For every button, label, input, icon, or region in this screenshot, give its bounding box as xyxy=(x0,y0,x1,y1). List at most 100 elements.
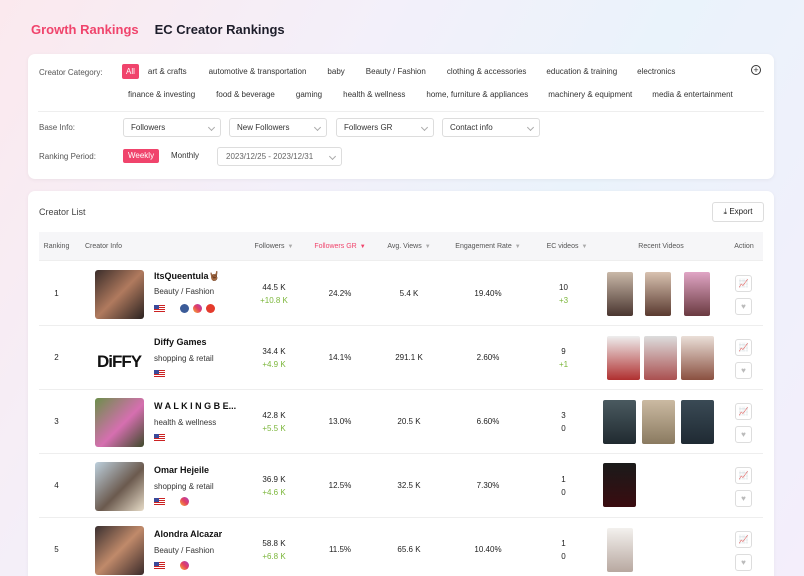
creator-name[interactable]: Omar Hejeile xyxy=(154,465,209,475)
video-thumbnail[interactable] xyxy=(603,400,636,444)
followers: 44.5 K xyxy=(262,283,286,292)
avg-views: 20.5 K xyxy=(397,417,421,426)
chevron-down-icon xyxy=(526,123,535,132)
followers-delta: +4.9 K xyxy=(262,360,286,369)
followers-delta: +10.8 K xyxy=(260,296,288,305)
col-action: Action xyxy=(734,243,754,250)
new-followers-select[interactable]: New Followers xyxy=(229,118,327,137)
video-thumbnail[interactable] xyxy=(642,400,675,444)
video-thumbnail[interactable] xyxy=(603,463,636,507)
table-row[interactable]: 4 Omar Hejeile shopping & retail 36.9 K +4.6… xyxy=(39,454,763,518)
us-flag-icon xyxy=(154,434,165,441)
chevron-down-icon xyxy=(420,123,429,132)
creator-list-panel: Creator List ⤓ Export Ranking Creator In… xyxy=(28,191,774,576)
category-chip[interactable]: baby xyxy=(323,64,348,79)
col-ec-videos[interactable]: EC videos ▼ xyxy=(536,232,598,261)
avatar[interactable] xyxy=(95,462,144,511)
heart-icon[interactable]: ♥ xyxy=(735,426,752,443)
period-label: Ranking Period: xyxy=(39,152,96,161)
trend-chart-icon[interactable]: 📈 xyxy=(735,467,752,484)
creator-category: shopping & retail xyxy=(154,354,214,363)
ec-videos: 1 xyxy=(561,475,566,484)
period-weekly[interactable]: Weekly xyxy=(123,149,160,163)
category-chip[interactable]: electronics xyxy=(633,64,679,79)
followers-gr-select[interactable]: Followers GR xyxy=(336,118,434,137)
instagram-icon[interactable] xyxy=(180,561,189,570)
category-chip[interactable]: food & beverage xyxy=(212,87,279,102)
col-avg-views[interactable]: Avg. Views ▼ xyxy=(377,232,441,261)
table-row[interactable]: 1 ItsQueentula🤘🏾 Beauty / Fashion 44.5 K +10… xyxy=(39,262,763,326)
heart-icon[interactable]: ♥ xyxy=(735,362,752,379)
avg-views: 32.5 K xyxy=(397,481,421,490)
avatar[interactable] xyxy=(95,398,144,447)
export-button[interactable]: ⤓ Export xyxy=(712,202,764,222)
avg-views: 65.6 K xyxy=(397,545,421,554)
creator-name[interactable]: ItsQueentula🤘🏾 xyxy=(154,271,220,282)
trend-chart-icon[interactable]: 📈 xyxy=(735,339,752,356)
table-row[interactable]: 2 DiFFY Diffy Games shopping & retail 34.4 K… xyxy=(39,326,763,390)
col-followers-gr[interactable]: Followers GR ▼ xyxy=(305,232,375,261)
trend-chart-icon[interactable]: 📈 xyxy=(735,275,752,292)
col-creator-info: Creator Info xyxy=(85,243,122,250)
us-flag-icon xyxy=(154,370,165,377)
category-chip[interactable]: clothing & accessories xyxy=(443,64,531,79)
heart-icon[interactable]: ♥ xyxy=(735,554,752,571)
table-row[interactable]: 5 Alondra Alcazar Beauty / Fashion 58.8 K +6… xyxy=(39,518,763,576)
video-thumbnail[interactable] xyxy=(607,336,640,380)
category-chip[interactable]: finance & investing xyxy=(124,87,199,102)
tiktok-icon[interactable] xyxy=(180,304,189,313)
instagram-icon[interactable] xyxy=(180,497,189,506)
video-thumbnail[interactable] xyxy=(684,272,710,316)
video-thumbnail[interactable] xyxy=(644,336,677,380)
followers: 36.9 K xyxy=(262,475,286,484)
category-chip[interactable]: machinery & equipment xyxy=(544,87,636,102)
table-header: Ranking Creator Info Followers ▼ Follower… xyxy=(39,232,763,261)
date-range-picker[interactable]: 2023/12/25 - 2023/12/31 xyxy=(217,147,342,166)
video-thumbnail[interactable] xyxy=(645,272,671,316)
followers: 34.4 K xyxy=(262,347,286,356)
ec-videos: 1 xyxy=(561,539,566,548)
heart-icon[interactable]: ♥ xyxy=(735,298,752,315)
period-monthly[interactable]: Monthly xyxy=(166,149,204,163)
col-followers[interactable]: Followers ▼ xyxy=(244,232,304,261)
creator-name[interactable]: W A L K I N G B E... xyxy=(154,401,236,411)
avatar[interactable] xyxy=(95,270,144,319)
avatar[interactable] xyxy=(95,526,144,575)
category-chip[interactable]: All xyxy=(122,64,139,79)
table-row[interactable]: 3 W A L K I N G B E... health & wellness 42… xyxy=(39,390,763,454)
category-chip[interactable]: media & entertainment xyxy=(648,87,737,102)
creator-name[interactable]: Alondra Alcazar xyxy=(154,529,222,539)
trend-chart-icon[interactable]: 📈 xyxy=(735,531,752,548)
expand-categories-icon[interactable]: + xyxy=(751,65,761,75)
heart-icon[interactable]: ♥ xyxy=(735,490,752,507)
video-thumbnail[interactable] xyxy=(681,400,714,444)
tab-growth-rankings[interactable]: Growth Rankings xyxy=(31,22,139,37)
ec-videos-delta: +1 xyxy=(558,360,569,369)
chevron-down-icon xyxy=(328,152,337,161)
sort-icon: ▼ xyxy=(287,244,294,250)
followers-gr: 24.2% xyxy=(328,289,352,298)
followers-select[interactable]: Followers xyxy=(123,118,221,137)
category-chip[interactable]: automotive & transportation xyxy=(205,64,311,79)
category-chip[interactable]: education & training xyxy=(542,64,621,79)
trend-chart-icon[interactable]: 📈 xyxy=(735,403,752,420)
ec-videos: 9 xyxy=(561,347,566,356)
col-engagement-rate[interactable]: Engagement Rate ▼ xyxy=(444,232,532,261)
contact-info-select[interactable]: Contact info xyxy=(442,118,540,137)
category-chip[interactable]: home, furniture & appliances xyxy=(422,87,532,102)
youtube-icon[interactable] xyxy=(206,304,215,313)
ec-videos-delta: 0 xyxy=(561,552,566,561)
video-thumbnail[interactable] xyxy=(607,272,633,316)
instagram-icon[interactable] xyxy=(193,304,202,313)
category-chip[interactable]: art & crafts xyxy=(144,64,191,79)
followers-delta: +4.6 K xyxy=(262,488,286,497)
video-thumbnail[interactable] xyxy=(607,528,633,572)
category-chip[interactable]: health & wellness xyxy=(339,87,409,102)
rank: 3 xyxy=(54,417,59,426)
video-thumbnail[interactable] xyxy=(681,336,714,380)
engagement-rate: 7.30% xyxy=(476,481,500,490)
creator-name[interactable]: Diffy Games xyxy=(154,337,207,347)
category-chip[interactable]: gaming xyxy=(292,87,326,102)
category-chip[interactable]: Beauty / Fashion xyxy=(362,64,430,79)
tab-ec-creator-rankings[interactable]: EC Creator Rankings xyxy=(155,22,285,37)
